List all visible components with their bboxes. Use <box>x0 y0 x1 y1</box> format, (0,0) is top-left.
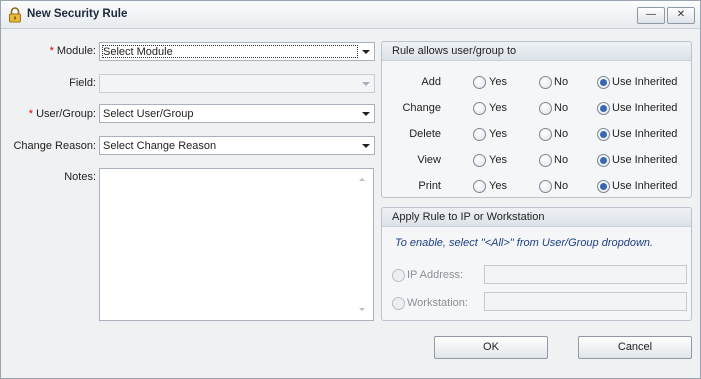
new-security-rule-dialog: New Security Rule — ✕ * Module: Select Mo… <box>0 0 701 379</box>
scroll-down-icon <box>359 308 365 311</box>
delete-use-inherited-radio[interactable] <box>597 128 610 141</box>
user-group-label: * User/Group: <box>28 108 96 120</box>
view-use-inherited-label[interactable]: Use Inherited <box>612 154 677 166</box>
change-yes-label[interactable]: Yes <box>489 102 507 114</box>
cancel-button[interactable]: Cancel <box>578 336 692 359</box>
minimize-icon: — <box>646 9 656 20</box>
chevron-down-icon <box>362 112 370 116</box>
ok-button[interactable]: OK <box>434 336 548 359</box>
change-reason-label: Change Reason: <box>13 140 96 152</box>
permissions-group-title: Rule allows user/group to <box>392 45 517 57</box>
add-no-radio[interactable] <box>539 76 552 89</box>
add-yes-label[interactable]: Yes <box>489 76 507 88</box>
delete-yes-radio[interactable] <box>473 128 486 141</box>
delete-no-radio[interactable] <box>539 128 552 141</box>
change-use-inherited-radio[interactable] <box>597 102 610 115</box>
chevron-down-icon <box>362 50 370 54</box>
ip-workstation-group-header: Apply Rule to IP or Workstation <box>382 208 691 227</box>
view-no-label[interactable]: No <box>554 154 568 166</box>
view-yes-label[interactable]: Yes <box>489 154 507 166</box>
notes-textarea[interactable] <box>99 168 374 321</box>
change-no-label[interactable]: No <box>554 102 568 114</box>
delete-no-label[interactable]: No <box>554 128 568 140</box>
scroll-up-icon <box>359 178 365 181</box>
lock-icon <box>9 7 21 23</box>
change-reason-dropdown[interactable]: Select Change Reason <box>99 136 375 155</box>
change-yes-radio[interactable] <box>473 102 486 115</box>
chevron-down-icon <box>362 82 370 86</box>
required-marker: * <box>28 108 34 120</box>
print-yes-radio[interactable] <box>473 180 486 193</box>
chevron-down-icon <box>362 144 370 148</box>
view-no-radio[interactable] <box>539 154 552 167</box>
notes-label: Notes: <box>64 171 96 183</box>
workstation-input <box>484 292 687 311</box>
workstation-radio <box>392 297 405 310</box>
ip-address-label: IP Address: <box>407 269 464 281</box>
ip-address-input <box>484 265 687 284</box>
print-no-radio[interactable] <box>539 180 552 193</box>
module-label: * Module: <box>49 45 96 57</box>
delete-use-inherited-label[interactable]: Use Inherited <box>612 128 677 140</box>
enable-hint: To enable, select "<All>" from User/Grou… <box>395 237 654 249</box>
print-use-inherited-radio[interactable] <box>597 180 610 193</box>
permission-label-add: Add <box>421 76 441 88</box>
close-button[interactable]: ✕ <box>667 7 695 24</box>
title-bar: New Security Rule — ✕ <box>1 1 700 29</box>
permission-label-view: View <box>417 154 441 166</box>
add-use-inherited-label[interactable]: Use Inherited <box>612 76 677 88</box>
add-no-label[interactable]: No <box>554 76 568 88</box>
permission-label-change: Change <box>402 102 441 114</box>
window-title: New Security Rule <box>27 8 128 20</box>
view-yes-radio[interactable] <box>473 154 486 167</box>
minimize-button[interactable]: — <box>637 7 665 24</box>
add-use-inherited-radio[interactable] <box>597 76 610 89</box>
permissions-group: Rule allows user/group to <box>381 41 692 198</box>
user-group-dropdown[interactable]: Select User/Group <box>99 104 375 123</box>
workstation-label: Workstation: <box>407 297 468 309</box>
user-group-value: Select User/Group <box>103 108 194 120</box>
ip-address-radio <box>392 269 405 282</box>
add-yes-radio[interactable] <box>473 76 486 89</box>
print-yes-label[interactable]: Yes <box>489 180 507 192</box>
permission-label-delete: Delete <box>409 128 441 140</box>
module-dropdown[interactable]: Select Module <box>99 42 375 61</box>
print-no-label[interactable]: No <box>554 180 568 192</box>
print-use-inherited-label[interactable]: Use Inherited <box>612 180 677 192</box>
delete-yes-label[interactable]: Yes <box>489 128 507 140</box>
permission-label-print: Print <box>418 180 441 192</box>
field-label: Field: <box>69 77 96 89</box>
change-use-inherited-label[interactable]: Use Inherited <box>612 102 677 114</box>
view-use-inherited-radio[interactable] <box>597 154 610 167</box>
module-value: Select Module <box>103 46 173 58</box>
ip-workstation-group-title: Apply Rule to IP or Workstation <box>392 211 545 223</box>
change-no-radio[interactable] <box>539 102 552 115</box>
change-reason-value: Select Change Reason <box>103 140 217 152</box>
close-icon: ✕ <box>676 9 686 20</box>
required-marker: * <box>49 45 54 57</box>
permissions-group-header: Rule allows user/group to <box>382 42 691 61</box>
field-dropdown <box>99 74 375 93</box>
